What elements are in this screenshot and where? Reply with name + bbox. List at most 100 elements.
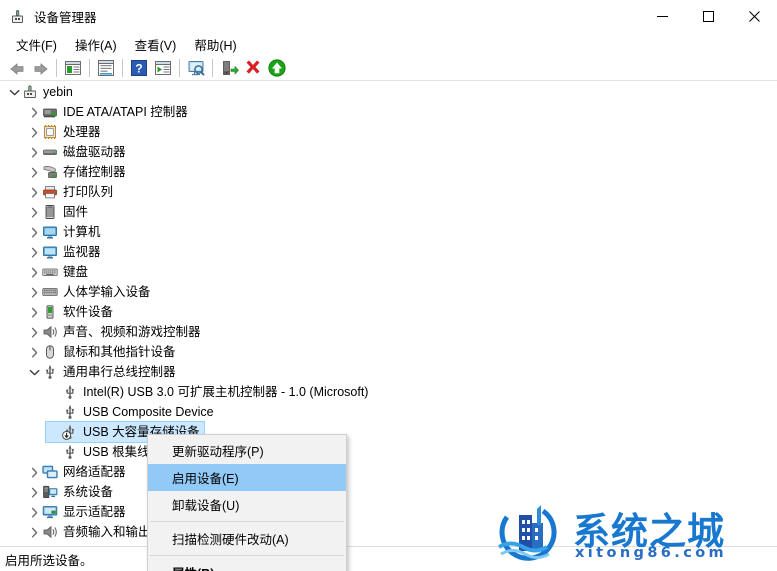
tree-row-content[interactable]: 键盘 <box>26 262 92 282</box>
maximize-button[interactable] <box>685 0 731 32</box>
tree-row-content[interactable]: 计算机 <box>26 222 105 242</box>
chevron-right-icon[interactable] <box>26 284 42 300</box>
chevron-right-icon[interactable] <box>26 464 42 480</box>
tree-row-content[interactable]: Intel(R) USB 3.0 可扩展主机控制器 - 1.0 (Microso… <box>46 382 372 402</box>
tree-row[interactable]: 通用串行总线控制器 <box>0 362 777 382</box>
minimize-button[interactable] <box>639 0 685 32</box>
tree-row-content[interactable]: 系统设备 <box>26 482 117 502</box>
tree-row[interactable]: 处理器 <box>0 122 777 142</box>
show-hide-console-tree-icon[interactable] <box>61 56 85 79</box>
menu-action[interactable]: 操作(A) <box>66 33 126 56</box>
chevron-right-icon[interactable] <box>26 184 42 200</box>
tree-row[interactable]: Intel(R) USB 3.0 可扩展主机控制器 - 1.0 (Microso… <box>0 382 777 402</box>
tree-row-content[interactable]: USB Composite Device <box>46 402 218 422</box>
tree-row-content[interactable]: 软件设备 <box>26 302 117 322</box>
chevron-down-icon[interactable] <box>26 364 42 380</box>
chevron-right-icon[interactable] <box>26 144 42 160</box>
tree-row-content[interactable]: 人体学输入设备 <box>26 282 155 302</box>
tree-row-label: 鼠标和其他指针设备 <box>63 345 176 359</box>
tree-row-content[interactable]: yebin <box>6 82 77 102</box>
ctx-properties[interactable]: 属性(R) <box>148 559 346 571</box>
tree-row-label: 人体学输入设备 <box>63 285 151 299</box>
enable-device-icon[interactable] <box>265 56 289 79</box>
tree-row-content[interactable]: 显示适配器 <box>26 502 130 522</box>
usb-disabled-icon <box>62 424 78 440</box>
chevron-down-icon[interactable] <box>6 84 22 100</box>
tree-row-content[interactable]: 声音、视频和游戏控制器 <box>26 322 205 342</box>
device-tree[interactable]: yebin IDE ATA/ATAPI 控制器处理器磁盘驱动器存储控制器打印队列固… <box>0 82 777 546</box>
tree-row-label: 处理器 <box>63 125 101 139</box>
separator-2 <box>89 58 90 77</box>
status-bar: 启用所选设备。 <box>0 546 777 571</box>
tree-row-content[interactable]: 鼠标和其他指针设备 <box>26 342 180 362</box>
tree-row[interactable]: USB 大容量存储设备 <box>0 421 777 443</box>
chevron-right-icon[interactable] <box>26 344 42 360</box>
tree-row[interactable]: USB 根集线器 <box>0 442 777 462</box>
properties-icon[interactable] <box>94 56 118 79</box>
tree-row-content[interactable]: 网络适配器 <box>26 462 130 482</box>
monitor-icon <box>42 244 58 260</box>
tree-row[interactable]: 存储控制器 <box>0 162 777 182</box>
tree-row-content[interactable]: 处理器 <box>26 122 105 142</box>
ctx-enable-device[interactable]: 启用设备(E) <box>148 464 346 491</box>
chevron-right-icon[interactable] <box>26 124 42 140</box>
chevron-right-icon[interactable] <box>26 204 42 220</box>
tree-row[interactable]: 鼠标和其他指针设备 <box>0 342 777 362</box>
tree-row-content[interactable]: 音频输入和输出 <box>26 522 155 542</box>
tree-row-content[interactable]: IDE ATA/ATAPI 控制器 <box>26 102 192 122</box>
tree-row[interactable]: 音频输入和输出 <box>0 522 777 542</box>
tree-row[interactable]: 显示适配器 <box>0 502 777 522</box>
back-icon[interactable] <box>4 56 28 79</box>
tree-row-label: yebin <box>43 85 73 99</box>
chevron-right-icon[interactable] <box>26 504 42 520</box>
separator-4 <box>179 58 180 77</box>
menu-view[interactable]: 查看(V) <box>126 33 186 56</box>
chevron-right-icon[interactable] <box>26 304 42 320</box>
context-menu[interactable]: 更新驱动程序(P)启用设备(E)卸载设备(U) 扫描检测硬件改动(A) 属性(R) <box>147 434 347 571</box>
tree-row[interactable]: IDE ATA/ATAPI 控制器 <box>0 102 777 122</box>
tree-row[interactable]: USB Composite Device <box>0 402 777 422</box>
chevron-right-icon[interactable] <box>26 224 42 240</box>
tree-row[interactable]: 打印队列 <box>0 182 777 202</box>
chevron-right-icon[interactable] <box>26 104 42 120</box>
update-driver-icon[interactable] <box>217 56 241 79</box>
tree-row[interactable]: 计算机 <box>0 222 777 242</box>
chevron-right-icon[interactable] <box>26 244 42 260</box>
scan-hardware-changes-icon[interactable] <box>184 56 208 79</box>
tree-row[interactable]: 监视器 <box>0 242 777 262</box>
tree-row[interactable]: 固件 <box>0 202 777 222</box>
tree-row-content[interactable]: 固件 <box>26 202 92 222</box>
ctx-scan-hardware[interactable]: 扫描检测硬件改动(A) <box>148 525 346 552</box>
chevron-right-icon[interactable] <box>26 324 42 340</box>
forward-icon[interactable] <box>28 56 52 79</box>
chevron-right-icon[interactable] <box>26 164 42 180</box>
chevron-right-icon[interactable] <box>26 484 42 500</box>
close-button[interactable] <box>731 0 777 32</box>
separator-1 <box>56 58 57 77</box>
tree-row[interactable]: 系统设备 <box>0 482 777 502</box>
chevron-right-icon[interactable] <box>26 524 42 540</box>
tree-row[interactable]: 软件设备 <box>0 302 777 322</box>
tree-row-content[interactable]: 监视器 <box>26 242 105 262</box>
tree-row[interactable]: 网络适配器 <box>0 462 777 482</box>
tree-row[interactable]: 键盘 <box>0 262 777 282</box>
tree-row[interactable]: 人体学输入设备 <box>0 282 777 302</box>
menu-file[interactable]: 文件(F) <box>7 33 66 56</box>
tree-row-label: 存储控制器 <box>63 165 126 179</box>
tree-row-content[interactable]: 磁盘驱动器 <box>26 142 130 162</box>
tree-row-content[interactable]: 存储控制器 <box>26 162 130 182</box>
ctx-uninstall-device[interactable]: 卸载设备(U) <box>148 491 346 518</box>
status-text: 启用所选设备。 <box>5 553 93 568</box>
menu-help[interactable]: 帮助(H) <box>185 33 245 56</box>
tree-row[interactable]: 磁盘驱动器 <box>0 142 777 162</box>
action-list-icon[interactable] <box>151 56 175 79</box>
tree-row[interactable]: 声音、视频和游戏控制器 <box>0 322 777 342</box>
tree-root-row[interactable]: yebin <box>0 82 777 102</box>
chevron-right-icon[interactable] <box>26 264 42 280</box>
disable-device-icon[interactable] <box>241 56 265 79</box>
tree-row-content[interactable]: 打印队列 <box>26 182 117 202</box>
help-icon[interactable]: ? <box>127 56 151 79</box>
tree-row-content[interactable]: 通用串行总线控制器 <box>26 362 180 382</box>
ctx-update-driver[interactable]: 更新驱动程序(P) <box>148 437 346 464</box>
